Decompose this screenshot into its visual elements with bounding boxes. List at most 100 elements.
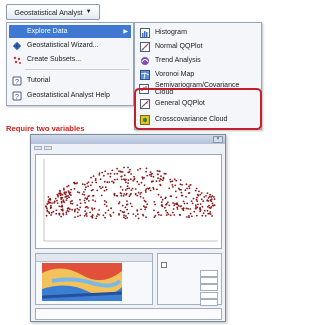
cloud-point	[142, 197, 145, 199]
cloud-point	[130, 173, 132, 175]
menu-item-general-qqplot[interactable]: General QQPlot	[137, 97, 259, 110]
cloud-point	[87, 207, 89, 209]
menu-item-geostatistical-wizard[interactable]: Geostatistical Wizard...	[9, 39, 131, 52]
cloud-point	[123, 216, 125, 219]
cloud-point	[140, 208, 142, 211]
cloud-point	[186, 202, 189, 205]
variable-selection-table	[35, 308, 222, 320]
menu-item-create-subsets[interactable]: Create Subsets...	[9, 53, 131, 66]
cloud-point	[107, 209, 110, 212]
cloud-point	[126, 185, 129, 188]
cloud-point	[206, 205, 209, 208]
geostatistical-analyst-button[interactable]: Geostatistical Analyst ▼	[6, 4, 100, 20]
bandwidth-field[interactable]	[200, 283, 218, 291]
cloud-point	[188, 215, 190, 217]
cloud-point	[58, 192, 60, 195]
voronoi-map-icon	[139, 69, 150, 80]
cloud-point	[116, 172, 119, 175]
cloud-point	[76, 191, 79, 193]
tolerance-row	[161, 276, 218, 284]
cloud-point	[56, 202, 59, 204]
cloud-point	[209, 207, 212, 209]
cloud-point	[131, 205, 133, 208]
menu-item-crosscovariance-cloud[interactable]: Crosscovariance Cloud	[137, 113, 259, 126]
cloud-point	[157, 177, 159, 179]
menu-item-label: Normal QQPlot	[155, 43, 203, 50]
checkbox[interactable]	[161, 261, 167, 268]
cloud-point	[84, 188, 87, 191]
tab-cloud[interactable]	[34, 146, 42, 150]
cloud-point	[137, 217, 140, 220]
cloud-point	[192, 197, 195, 200]
menu-item-explore-data[interactable]: Explore Data ▶	[9, 25, 131, 38]
cloud-point	[101, 186, 104, 188]
number-of-lags-field[interactable]	[200, 298, 218, 306]
normal-qqplot-icon	[139, 41, 150, 52]
cloud-point	[172, 202, 175, 204]
cloud-point	[149, 189, 152, 192]
cloud-point	[66, 185, 68, 188]
cloud-point	[190, 200, 193, 202]
menu-item-voronoi-map[interactable]: Voronoi Map	[137, 68, 259, 81]
cloud-point	[123, 214, 125, 217]
angle-field[interactable]	[200, 269, 218, 277]
cloud-point	[163, 172, 166, 175]
menu-item-histogram[interactable]: Histogram	[137, 26, 259, 39]
cloud-point	[90, 184, 92, 187]
cloud-point	[128, 187, 130, 190]
cloud-point	[160, 204, 163, 207]
cloud-point	[206, 199, 209, 202]
cloud-point	[111, 180, 113, 183]
cloud-point	[78, 208, 80, 211]
cloud-point	[121, 211, 124, 213]
cloud-point	[113, 194, 116, 197]
cloud-point	[119, 192, 122, 194]
cloud-point	[195, 187, 198, 190]
cloud-point	[140, 191, 143, 194]
window-tabs	[34, 146, 52, 150]
cloud-point	[152, 175, 155, 178]
cloud-point	[136, 180, 139, 183]
menu-item-tutorial[interactable]: ? Tutorial	[9, 74, 131, 87]
cloud-point	[182, 200, 185, 203]
cloud-point	[182, 207, 185, 209]
menu-item-label: Geostatistical Analyst Help	[27, 92, 110, 99]
menu-item-geostatistical-analyst-help[interactable]: ? Geostatistical Analyst Help	[9, 89, 131, 102]
geostatistical-analyst-label: Geostatistical Analyst	[14, 7, 83, 17]
cloud-point	[173, 214, 176, 216]
cloud-point	[185, 183, 188, 186]
cloud-point	[156, 170, 159, 172]
lag-size-field[interactable]	[200, 291, 218, 299]
cloud-point	[81, 183, 84, 186]
cloud-point	[95, 181, 98, 184]
menu-item-trend-analysis[interactable]: Trend Analysis	[137, 54, 259, 67]
cloud-point	[177, 204, 180, 207]
cloud-point	[141, 176, 144, 178]
tab-covariance[interactable]	[44, 146, 52, 150]
cloud-point	[118, 202, 120, 205]
cloud-point	[185, 195, 187, 198]
window-titlebar	[31, 135, 225, 144]
cloud-point	[142, 214, 145, 217]
cloud-point	[211, 202, 214, 205]
menu-item-semivariogram-covariance-cloud[interactable]: Semivariogram/Covariance Cloud	[137, 82, 259, 96]
cloud-point	[66, 197, 68, 200]
cloud-point	[159, 184, 162, 187]
cloud-point	[100, 194, 103, 197]
cloud-point	[65, 191, 68, 194]
close-icon[interactable]: ×	[213, 136, 223, 143]
cloud-point	[206, 209, 209, 212]
cloud-point	[105, 188, 108, 191]
tutorial-icon: ?	[11, 76, 22, 86]
cloud-point	[121, 189, 124, 191]
cloud-point	[48, 202, 51, 204]
menu-item-label: Tutorial	[27, 77, 51, 84]
cloud-point	[111, 169, 114, 172]
cloud-point	[139, 167, 142, 170]
menu-item-normal-qqplot[interactable]: Normal QQPlot	[137, 40, 259, 53]
tolerance-field[interactable]	[200, 276, 218, 284]
cloud-point	[206, 192, 209, 194]
cloud-point	[50, 211, 53, 214]
cloud-point	[47, 200, 50, 203]
cloud-point	[112, 211, 115, 214]
